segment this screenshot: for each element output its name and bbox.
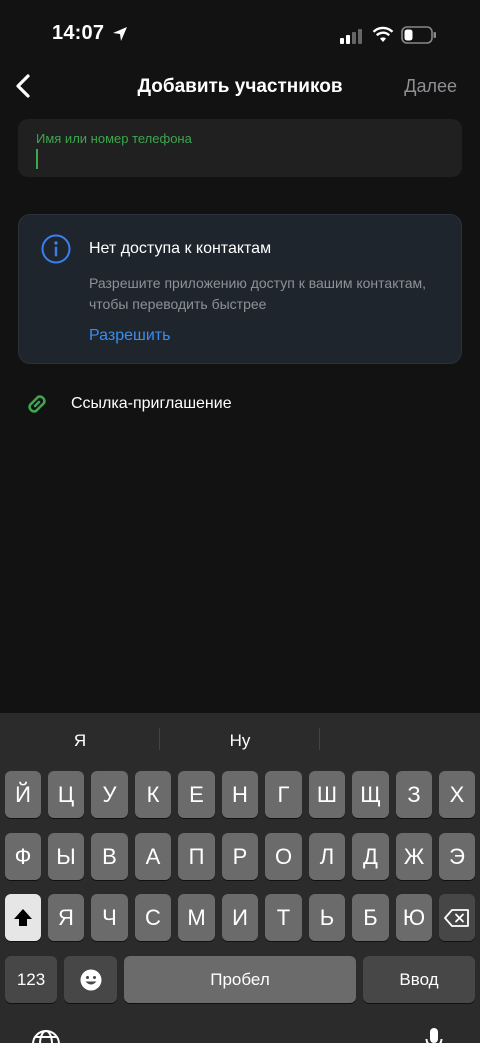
key[interactable]: У <box>91 771 128 818</box>
key[interactable]: Й <box>5 771 41 818</box>
key[interactable]: С <box>135 894 171 941</box>
key[interactable]: Ч <box>91 894 128 941</box>
key[interactable]: З <box>396 771 432 818</box>
backspace-icon <box>444 908 469 927</box>
nav-bar: Добавить участников Далее <box>0 66 480 108</box>
emoji-key[interactable] <box>64 956 117 1003</box>
numbers-key[interactable]: 123 <box>5 956 57 1003</box>
key[interactable]: Н <box>222 771 258 818</box>
key[interactable]: Ь <box>309 894 345 941</box>
shift-key[interactable] <box>5 894 41 941</box>
contacts-permission-card: Нет доступа к контактам Разрешите прилож… <box>18 214 462 364</box>
keyboard: Я Ну Й Ц У К Е Н Г Ш Щ З Х Ф Ы В А П Р О… <box>0 713 480 1043</box>
shift-icon <box>14 908 32 926</box>
text-caret <box>36 149 38 169</box>
suggestion-bar: Я Ну <box>0 713 480 765</box>
link-icon <box>28 395 46 413</box>
key[interactable]: А <box>135 833 171 880</box>
key[interactable]: Т <box>265 894 302 941</box>
cellular-signal-icon <box>340 29 362 44</box>
key[interactable]: И <box>222 894 258 941</box>
key[interactable]: Е <box>178 771 215 818</box>
card-title: Нет доступа к контактам <box>89 240 272 257</box>
card-description: Разрешите приложению доступ к вашим конт… <box>89 275 427 312</box>
location-arrow-icon <box>113 27 127 41</box>
battery-icon <box>401 26 436 44</box>
key[interactable]: Ы <box>48 833 84 880</box>
info-icon <box>41 234 71 264</box>
key[interactable]: Щ <box>352 771 389 818</box>
key[interactable]: Я <box>48 894 84 941</box>
key[interactable]: О <box>265 833 302 880</box>
key[interactable]: Л <box>309 833 345 880</box>
key[interactable]: Ш <box>309 771 345 818</box>
backspace-key[interactable] <box>439 894 475 941</box>
return-key[interactable]: Ввод <box>363 956 475 1003</box>
key[interactable]: В <box>91 833 128 880</box>
microphone-icon[interactable] <box>424 1026 444 1043</box>
key[interactable]: Ж <box>396 833 432 880</box>
key[interactable]: Б <box>352 894 389 941</box>
key[interactable]: Х <box>439 771 475 818</box>
status-time: 14:07 <box>52 22 105 44</box>
key[interactable]: М <box>178 894 215 941</box>
key[interactable]: П <box>178 833 215 880</box>
suggestion-divider <box>319 728 320 750</box>
next-button[interactable]: Далее <box>404 76 457 97</box>
space-key[interactable]: Пробел <box>124 956 356 1003</box>
status-bar: 14:07 <box>0 0 480 70</box>
key[interactable]: Ф <box>5 833 41 880</box>
invite-link-label: Ссылка-приглашение <box>71 395 232 412</box>
globe-icon[interactable] <box>30 1028 62 1043</box>
search-input[interactable]: Имя или номер телефона <box>18 119 462 177</box>
search-label: Имя или номер телефона <box>36 131 192 146</box>
invite-link-row[interactable]: Ссылка-приглашение <box>18 383 462 425</box>
suggestion-1[interactable]: Я <box>0 731 160 751</box>
emoji-icon <box>80 969 101 990</box>
key[interactable]: Э <box>439 833 475 880</box>
allow-access-link[interactable]: Разрешить <box>89 327 170 345</box>
key[interactable]: К <box>135 771 171 818</box>
key[interactable]: Д <box>352 833 389 880</box>
key[interactable]: Г <box>265 771 302 818</box>
wifi-icon <box>372 26 394 42</box>
key[interactable]: Ю <box>396 894 432 941</box>
suggestion-2[interactable]: Ну <box>160 731 320 751</box>
key[interactable]: Ц <box>48 771 84 818</box>
key[interactable]: Р <box>222 833 258 880</box>
